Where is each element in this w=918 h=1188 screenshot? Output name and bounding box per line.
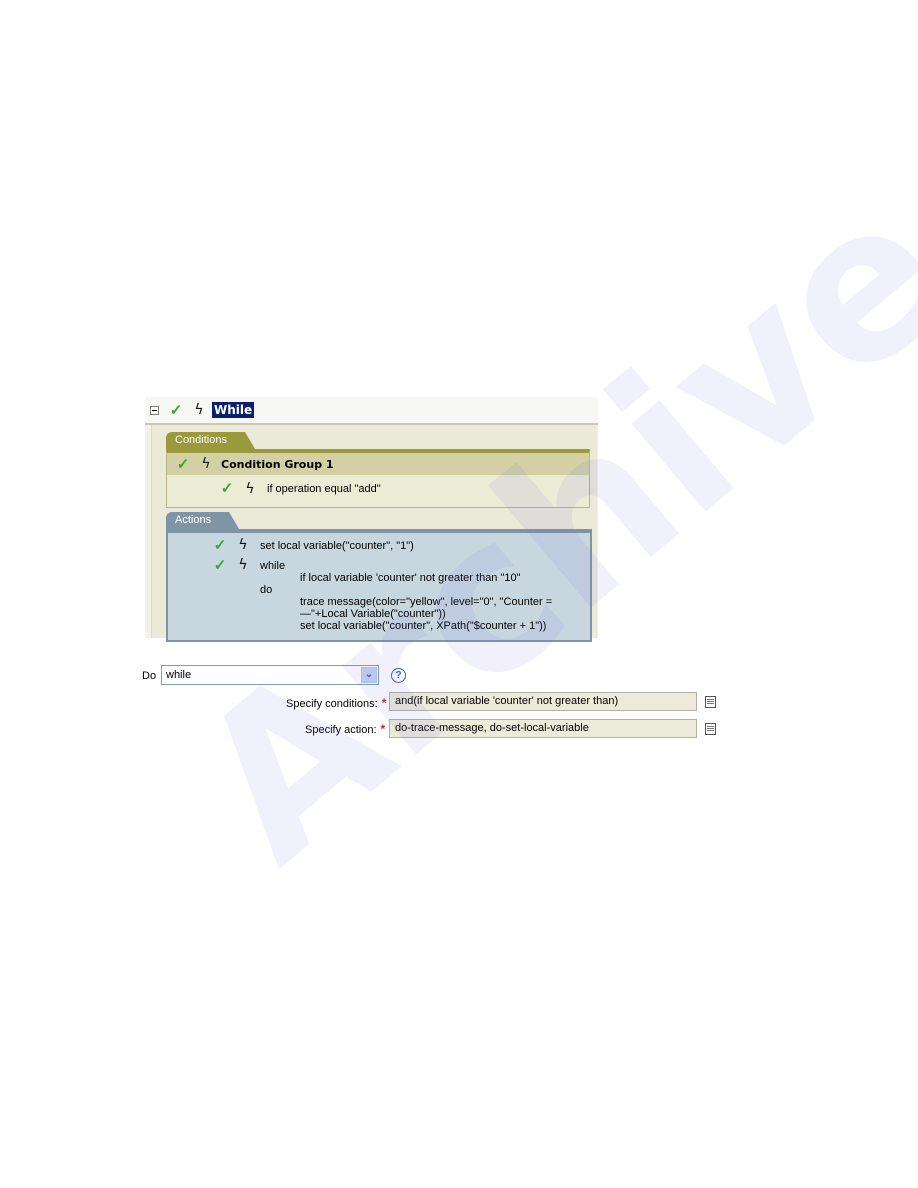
help-icon[interactable]: ?: [391, 668, 406, 683]
specify-action-text: Specify action:: [305, 724, 377, 736]
condition-group-label: Condition Group 1: [221, 457, 334, 471]
action-row[interactable]: ✓ ϟ set local variable("counter", "1"): [168, 538, 590, 553]
action-row[interactable]: ✓ ϟ while if local variable 'counter' no…: [168, 558, 590, 632]
rule-header: ✓ ϟ While: [145, 397, 598, 425]
bolt-icon[interactable]: ϟ: [236, 558, 250, 572]
check-icon[interactable]: ✓: [212, 538, 228, 553]
chevron-down-icon[interactable]: ⌄: [361, 667, 377, 683]
conditions-box: ✓ ϟ Condition Group 1 ✓ ϟ if operation e…: [166, 449, 590, 508]
specify-action-label: Specify action: *: [305, 722, 385, 736]
check-icon[interactable]: ✓: [212, 558, 228, 573]
condition-text: if operation equal "add": [267, 482, 381, 495]
condition-row[interactable]: ✓ ϟ if operation equal "add": [167, 475, 589, 501]
do-line: trace message(color="yellow", level="0",…: [300, 596, 553, 608]
do-line: set local variable("counter", XPath("$co…: [300, 620, 547, 632]
rule-title[interactable]: While: [212, 402, 255, 418]
list-editor-icon[interactable]: [705, 696, 716, 708]
while-action-block: while if local variable 'counter' not gr…: [260, 560, 552, 632]
condition-group-row[interactable]: ✓ ϟ Condition Group 1: [167, 453, 589, 475]
while-label: while: [260, 560, 286, 572]
list-editor-icon[interactable]: [705, 723, 716, 735]
check-icon[interactable]: ✓: [175, 457, 191, 472]
conditions-tab[interactable]: Conditions: [166, 432, 255, 449]
specify-action-field[interactable]: do-trace-message, do-set-local-variable: [389, 719, 697, 738]
check-icon[interactable]: ✓: [168, 403, 184, 418]
check-icon[interactable]: ✓: [219, 481, 235, 496]
specify-conditions-label: Specify conditions: *: [286, 696, 386, 710]
action-text: set local variable("counter", "1"): [260, 540, 414, 552]
specify-conditions-field[interactable]: and(if local variable 'counter' not grea…: [389, 692, 697, 711]
actions-box: ✓ ϟ set local variable("counter", "1") ✓…: [166, 529, 592, 642]
required-marker: *: [381, 696, 387, 710]
do-select-value: while: [166, 669, 192, 681]
bolt-icon[interactable]: ϟ: [192, 403, 206, 417]
bolt-icon[interactable]: ϟ: [236, 538, 250, 552]
while-condition: if local variable 'counter' not greater …: [300, 572, 521, 584]
rule-body: Conditions ✓ ϟ Condition Group 1 ✓ ϟ if …: [151, 425, 597, 642]
specify-conditions-text: Specify conditions:: [286, 698, 378, 710]
collapse-icon[interactable]: [150, 405, 159, 415]
do-line: —"+Local Variable("counter")): [300, 608, 446, 620]
do-label: do: [260, 584, 273, 596]
actions-tab[interactable]: Actions: [166, 512, 240, 529]
do-select[interactable]: while ⌄: [161, 665, 379, 685]
rule-panel: ✓ ϟ While Conditions ✓ ϟ Condition Group…: [145, 397, 598, 642]
required-marker: *: [380, 722, 386, 736]
do-label: Do: [142, 670, 157, 682]
bolt-icon[interactable]: ϟ: [243, 482, 257, 496]
bolt-icon[interactable]: ϟ: [199, 457, 213, 471]
